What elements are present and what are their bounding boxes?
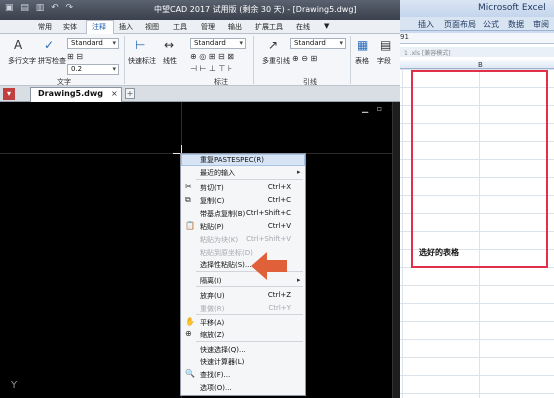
leader-style-select[interactable]: Standard <box>290 38 346 49</box>
document-tab-label[interactable]: Drawing5.dwg <box>38 89 103 98</box>
multiline-text-icon[interactable]: A <box>14 38 22 52</box>
context-menu-item-shortcut: Ctrl+C <box>267 196 291 204</box>
context-menu-item-label: 查找(F)... <box>200 371 231 379</box>
hand-icon: ✋ <box>185 317 195 326</box>
selected-table-outline <box>411 70 548 268</box>
quick-dim-icon[interactable]: ⊢ <box>135 38 145 52</box>
leader-tools-icons[interactable]: ⊕ ⊖ ⊞ <box>292 54 317 63</box>
find-icon: 🔍 <box>185 369 195 378</box>
field-icon[interactable]: ▤ <box>380 38 391 52</box>
submenu-arrow-icon: ▸ <box>297 276 301 284</box>
context-menu-item-label: 带基点复制(B) <box>200 210 246 218</box>
copy-icon: ⧉ <box>185 195 191 204</box>
text-format-icons[interactable]: ⊞ ⊟ <box>67 52 83 61</box>
multiline-text-button[interactable]: 多行文字 <box>8 56 36 66</box>
dim-tools-icons-2[interactable]: ⊣ ⊢ ⊥ ⊤ ⊦ <box>190 64 232 73</box>
tab-view[interactable]: 视图 <box>145 22 159 32</box>
menu-separator <box>196 341 303 342</box>
table-button[interactable]: 表格 <box>355 56 369 66</box>
tab-extensions[interactable]: 扩展工具 <box>255 22 283 32</box>
context-menu-item-label: 粘贴(P) <box>200 223 224 231</box>
table-icon[interactable]: ▦ <box>357 38 368 52</box>
excel-tab-formulas[interactable]: 公式 <box>483 19 499 30</box>
tab-manage[interactable]: 管理 <box>201 22 215 32</box>
app-menu-icon[interactable]: ▾ <box>3 88 15 100</box>
vertical-scrollbar[interactable] <box>392 102 400 398</box>
excel-formula-bar[interactable] <box>400 33 554 44</box>
excel-tab-page-layout[interactable]: 页面布局 <box>444 19 476 30</box>
context-menu-item-label: 隔离(I) <box>200 277 222 285</box>
excel-tab-review[interactable]: 审阅 <box>533 19 549 30</box>
multileader-button[interactable]: 多重引线 <box>262 56 290 66</box>
selected-table-label: 选好的表格 <box>419 248 459 257</box>
text-style-select[interactable]: Standard <box>67 38 119 49</box>
tab-annotate[interactable]: 注释 <box>92 22 106 32</box>
spell-check-button[interactable]: 拼写检查 <box>38 56 66 66</box>
context-menu-item-label: 缩放(Z) <box>200 331 225 339</box>
annotation-arrow <box>251 252 287 280</box>
paste-icon: 📋 <box>185 221 195 230</box>
excel-tab-data[interactable]: 数据 <box>508 19 524 30</box>
dim-style-select[interactable]: Standard <box>190 38 246 49</box>
field-button[interactable]: 字段 <box>377 56 391 66</box>
menu-separator <box>196 314 303 315</box>
spell-check-icon[interactable]: ✓ <box>44 38 54 52</box>
context-menu-item-label: 重做(R) <box>200 305 225 313</box>
context-menu-item-label: 平移(A) <box>200 319 225 327</box>
menu-separator <box>196 286 303 287</box>
excel-doc-label: 1 .xls [兼容模式] <box>404 50 451 57</box>
context-menu-item-label: 粘贴为块(K) <box>200 236 239 244</box>
tab-home[interactable]: 常用 <box>38 22 52 32</box>
context-menu-item-shortcut: Ctrl+Shift+V <box>246 235 291 243</box>
text-height-select[interactable]: 0.2 <box>67 64 119 75</box>
excel-column-header <box>400 60 554 69</box>
ribbon-separator <box>124 36 125 84</box>
cad-title: 中望CAD 2017 试用版 (剩余 30 天) - [Drawing5.dwg… <box>154 5 357 14</box>
context-menu-item-label: 放弃(U) <box>200 292 225 300</box>
cad-ribbon-tabs <box>0 20 400 34</box>
excel-tab-insert[interactable]: 插入 <box>418 19 434 30</box>
zoom-icon: ⊕ <box>185 329 192 338</box>
tab-tools[interactable]: 工具 <box>173 22 187 32</box>
tab-output[interactable]: 输出 <box>228 22 242 32</box>
ribbon-separator <box>253 36 254 84</box>
excel-name-box[interactable]: 91 <box>400 33 409 41</box>
tab-online[interactable]: 在线 <box>296 22 310 32</box>
context-menu-item-label: 快速计算器(L) <box>200 358 245 366</box>
quick-dim-button[interactable]: 快速标注 <box>128 56 156 66</box>
close-icon[interactable]: × <box>111 89 118 98</box>
context-menu-item-label: 快速选择(Q)... <box>200 346 246 354</box>
scissors-icon: ✂ <box>185 182 192 191</box>
tab-insert[interactable]: 插入 <box>119 22 133 32</box>
context-menu-item-shortcut: Ctrl+Z <box>267 291 291 299</box>
excel-column-b[interactable]: B <box>478 61 483 69</box>
multileader-icon[interactable]: ↗ <box>268 38 278 52</box>
quick-access-toolbar[interactable]: ▣ ▤ ▥ ↶ ↷ <box>5 3 95 16</box>
context-menu-item-label: 重复PASTESPEC(R) <box>200 156 265 164</box>
excel-title: Microsoft Excel <box>478 3 546 13</box>
context-menu-item-shortcut: Ctrl+X <box>267 183 291 191</box>
ucs-icon: Y <box>11 380 18 391</box>
context-menu-item-label: 选择性粘贴(S)... <box>200 261 252 269</box>
ribbon-separator <box>350 36 351 84</box>
menu-separator <box>196 179 303 180</box>
context-menu-item-label: 剪切(T) <box>200 184 224 192</box>
dim-tools-icons[interactable]: ⊕ ◎ ⊞ ⊟ ⊠ <box>190 52 234 61</box>
context-menu-item-shortcut: Ctrl+Y <box>268 304 291 312</box>
linear-dim-icon[interactable]: ↔ <box>164 38 174 52</box>
context-menu-item-label: 复制(C) <box>200 197 225 205</box>
context-menu-item-label: 选项(O)... <box>200 384 232 392</box>
new-tab-icon[interactable]: + <box>125 88 135 99</box>
ribbon-toggle-icon[interactable]: ▼ <box>324 22 329 30</box>
context-menu-item-label: 粘贴到原坐标(D) <box>200 249 253 257</box>
linear-dim-button[interactable]: 线性 <box>163 56 177 66</box>
context-menu-item-shortcut: Ctrl+Shift+C <box>246 209 291 217</box>
context-menu-item-shortcut: Ctrl+V <box>267 222 291 230</box>
context-menu-item-label: 最近的输入 <box>200 169 235 177</box>
tab-solid[interactable]: 实体 <box>63 22 77 32</box>
submenu-arrow-icon: ▸ <box>297 168 301 176</box>
